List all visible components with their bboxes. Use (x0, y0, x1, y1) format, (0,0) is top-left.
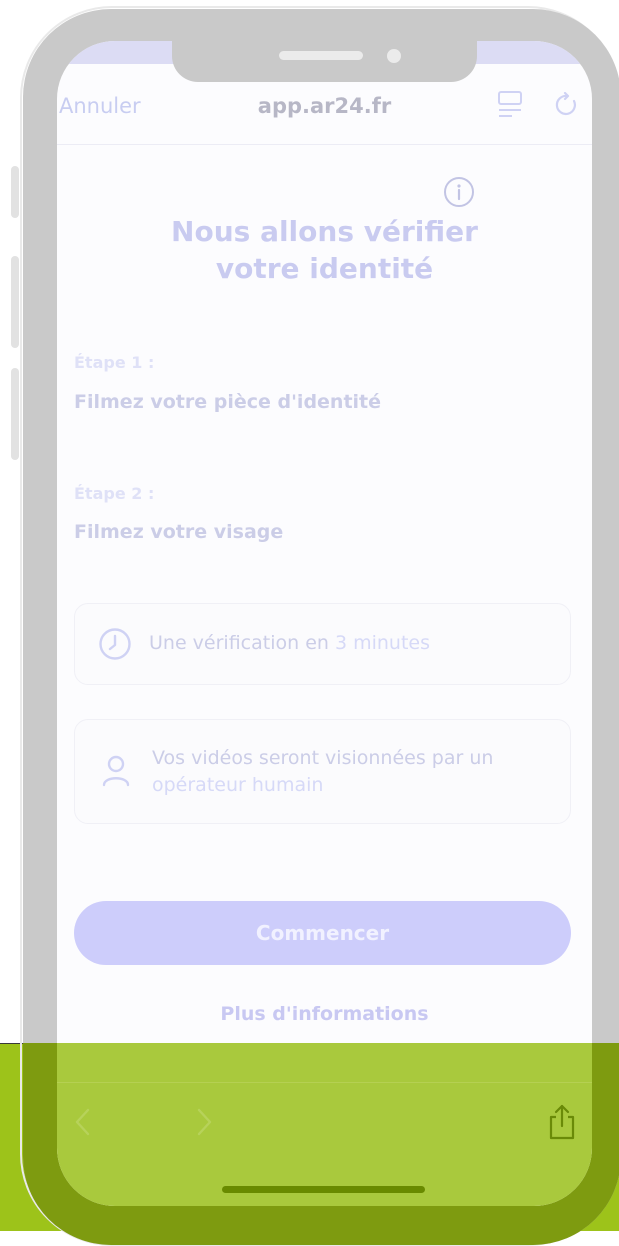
operator-text-main: Vos vidéos seront visionnées par un (152, 747, 494, 769)
speaker-grille (279, 51, 363, 60)
chevron-left-icon[interactable] (73, 1107, 93, 1137)
duration-text-main: Une vérification en (149, 632, 335, 654)
duration-text: Une vérification en 3 minutes (149, 630, 430, 657)
step-1-label: Étape 1 : (74, 353, 155, 372)
person-icon (102, 755, 130, 787)
reader-mode-icon[interactable] (498, 91, 522, 121)
volume-up-button (11, 256, 19, 348)
step-1-text: Filmez votre pièce d'identité (74, 391, 382, 413)
duration-highlight: 3 minutes (334, 632, 431, 654)
info-icon[interactable] (442, 175, 476, 209)
browser-bottom-bar (57, 1043, 592, 1206)
more-info-link[interactable]: Plus d'informations (57, 1003, 592, 1025)
operator-card: Vos vidéos seront visionnées par un opér… (74, 719, 571, 824)
home-indicator[interactable] (222, 1186, 425, 1193)
browser-toolbar: Annuler app.ar24.fr (57, 77, 592, 145)
page-title: Nous allons vérifier votre identité (57, 213, 592, 287)
clock-icon (99, 628, 131, 660)
reload-icon[interactable] (554, 92, 580, 118)
title-line-1: Nous allons vérifier (171, 215, 478, 248)
title-line-2: votre identité (215, 252, 434, 285)
chevron-right-icon[interactable] (194, 1107, 214, 1137)
phone-screen: Annuler app.ar24.fr Nous allons vérifier… (57, 41, 592, 1206)
operator-text: Vos vidéos seront visionnées par un opér… (152, 745, 493, 799)
step-2-text: Filmez votre visage (74, 521, 284, 543)
step-2-label: Étape 2 : (74, 484, 155, 503)
front-camera (387, 49, 401, 63)
volume-down-button (11, 368, 19, 460)
operator-highlight: opérateur humain (152, 774, 324, 796)
start-button[interactable]: Commencer (74, 901, 571, 965)
phone-notch (172, 41, 477, 82)
share-icon[interactable] (547, 1103, 577, 1141)
bottom-divider (57, 1082, 592, 1083)
mute-switch (11, 166, 19, 218)
duration-card: Une vérification en 3 minutes (74, 603, 571, 685)
